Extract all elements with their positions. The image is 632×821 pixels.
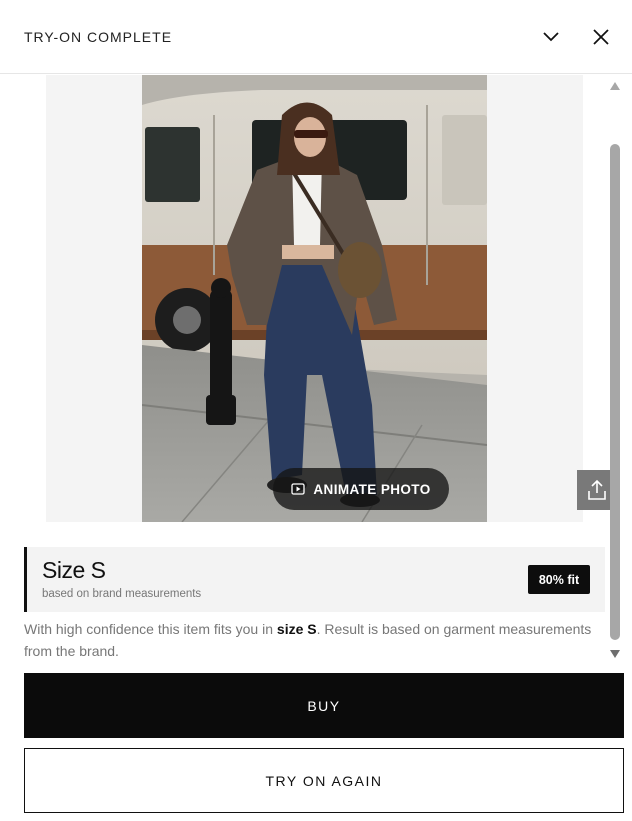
size-title: Size S [42, 557, 106, 583]
scroll-thumb[interactable] [610, 144, 620, 640]
play-icon [291, 483, 306, 495]
share-icon [588, 479, 606, 500]
scroll-up-icon[interactable] [609, 81, 621, 91]
page-title: TRY-ON COMPLETE [24, 29, 173, 45]
close-button[interactable] [586, 22, 616, 52]
photo-frame: ANIMATE PHOTO [46, 75, 617, 522]
size-subtitle: based on brand measurements [42, 588, 202, 600]
animate-photo-label: ANIMATE PHOTO [313, 481, 431, 497]
confidence-size: size S [276, 621, 317, 637]
scroll-down-icon[interactable] [609, 649, 621, 659]
chevron-down-icon [543, 32, 559, 42]
collapse-button[interactable] [536, 22, 566, 52]
fit-badge: 80% fit [528, 565, 590, 594]
result-scroll-area: ANIMATE PHOTO Size S based on brand meas… [0, 75, 632, 667]
buy-button[interactable]: BUY [24, 673, 624, 738]
scrollbar[interactable] [606, 75, 624, 665]
confidence-text: With high confidence this item fits you … [24, 618, 604, 662]
try-on-photo [142, 75, 487, 522]
close-icon [593, 29, 609, 45]
header: TRY-ON COMPLETE [0, 0, 632, 74]
try-on-again-button[interactable]: TRY ON AGAIN [24, 748, 624, 813]
animate-photo-button[interactable]: ANIMATE PHOTO [273, 468, 449, 510]
confidence-prefix: With high confidence this item fits you … [24, 621, 277, 637]
size-recommendation-card: Size S based on brand measurements 80% f… [24, 547, 605, 612]
